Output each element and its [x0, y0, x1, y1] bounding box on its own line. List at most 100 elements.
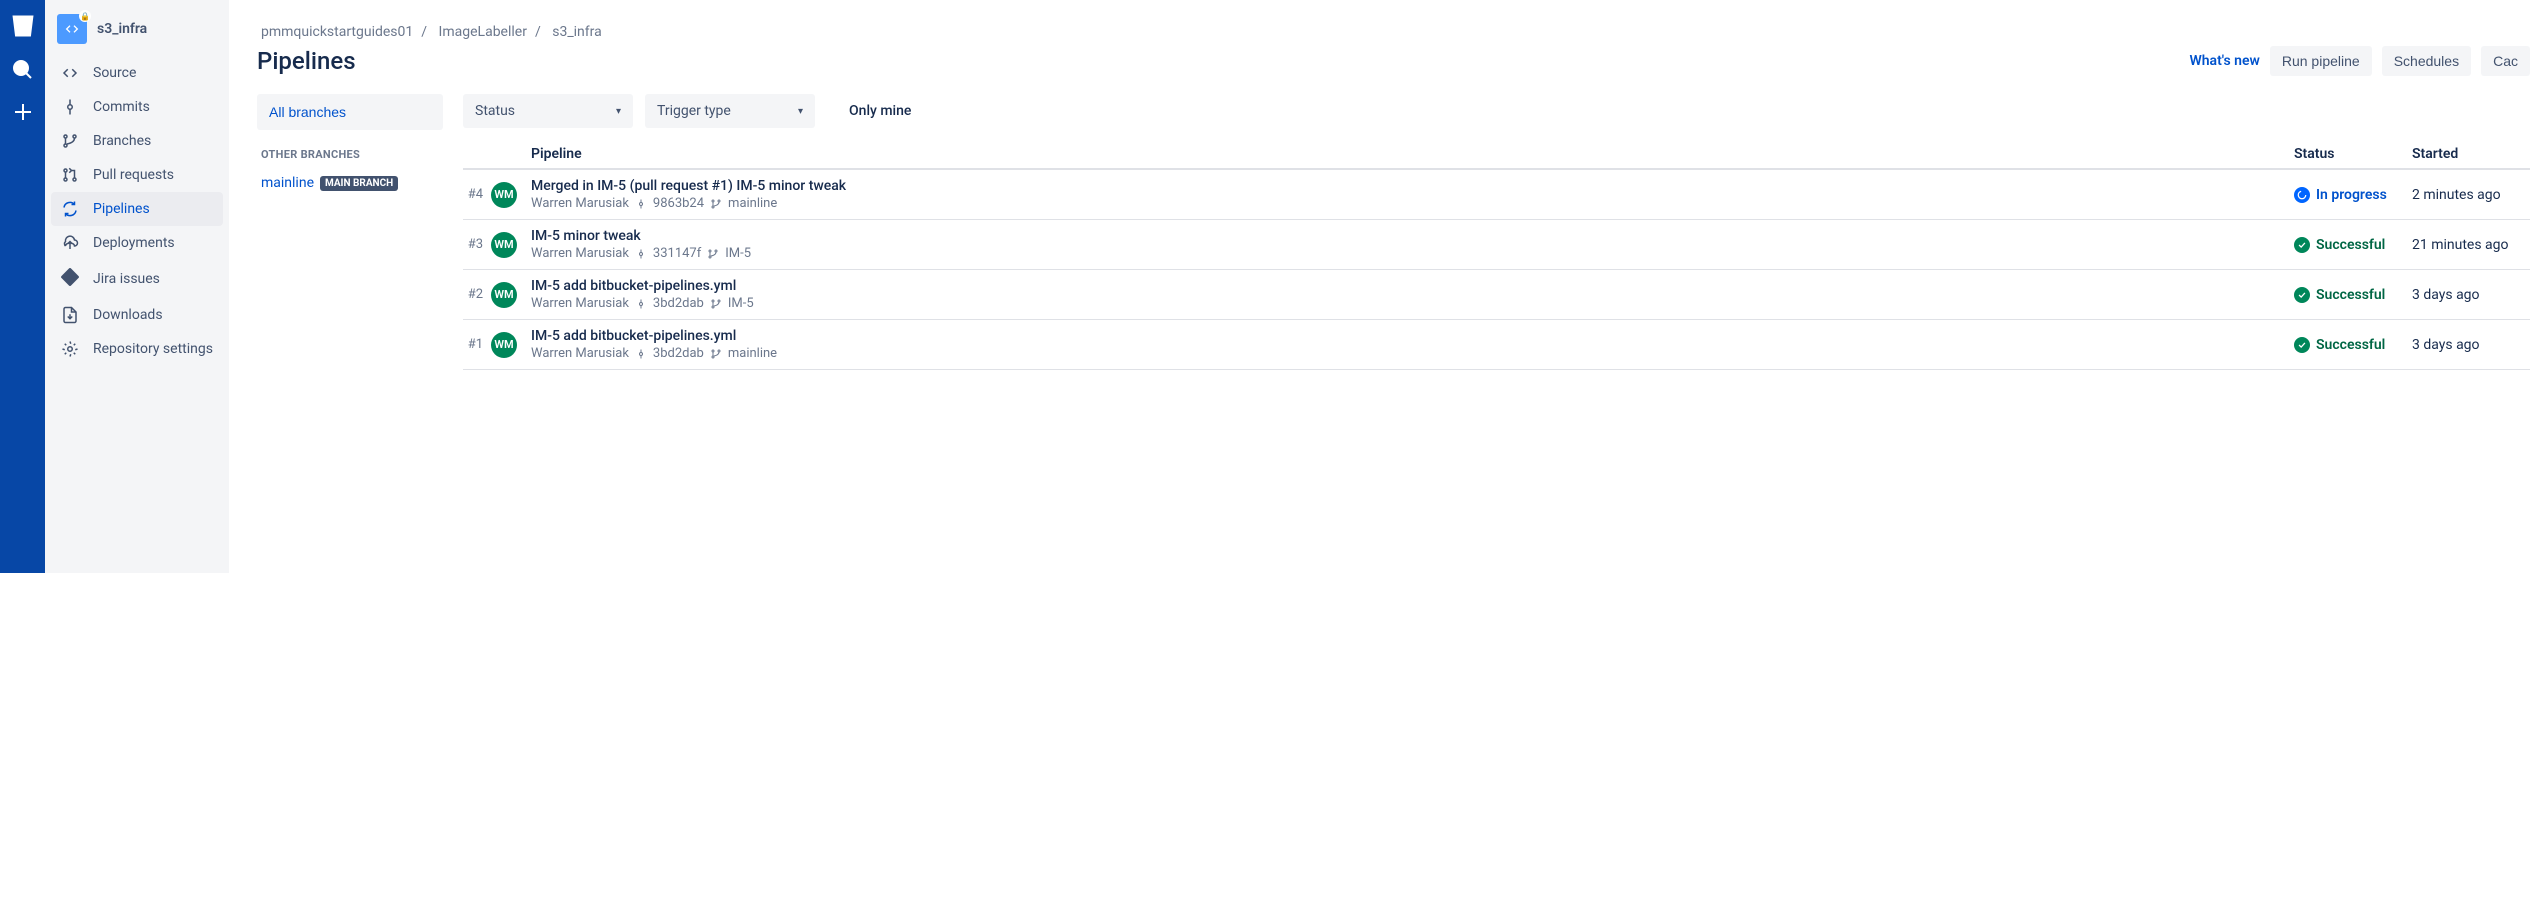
commit-icon	[635, 198, 647, 210]
sidebar-item-label: Commits	[93, 99, 150, 115]
status-text: Successful	[2316, 237, 2385, 253]
avatar: WM	[491, 232, 517, 258]
breadcrumb-item[interactable]: s3_infra	[548, 24, 606, 40]
column-header-started: Started	[2412, 146, 2530, 162]
started-time: 3 days ago	[2412, 287, 2530, 303]
pipeline-title: IM-5 add bitbucket-pipelines.yml	[531, 328, 2294, 344]
sidebar-item-pull-requests[interactable]: Pull requests	[51, 158, 223, 192]
create-icon[interactable]	[11, 100, 35, 124]
sidebar-item-label: Downloads	[93, 307, 163, 323]
status-badge: Successful	[2294, 337, 2412, 353]
column-header-pipeline: Pipeline	[531, 146, 2294, 162]
avatar: WM	[491, 182, 517, 208]
sidebar-item-deployments[interactable]: Deployments	[51, 226, 223, 260]
repo-avatar: 🔒	[57, 14, 87, 44]
whats-new-link[interactable]: What's new	[2189, 53, 2259, 69]
avatar: WM	[491, 332, 517, 358]
pipeline-title: Merged in IM-5 (pull request #1) IM-5 mi…	[531, 178, 2294, 194]
branch-icon	[710, 298, 722, 310]
search-icon[interactable]	[11, 58, 35, 82]
sidebar-item-label: Pipelines	[93, 201, 150, 217]
table-row[interactable]: #3WMIM-5 minor tweakWarren Marusiak33114…	[463, 220, 2530, 270]
other-branches-label: OTHER BRANCHES	[257, 130, 443, 171]
breadcrumb-item[interactable]: ImageLabeller	[435, 24, 531, 40]
status-badge: Successful	[2294, 287, 2412, 303]
pipeline-subtitle: Warren Marusiak 9863b24 mainline	[531, 196, 2294, 211]
status-text: Successful	[2316, 287, 2385, 303]
sidebar-item-label: Deployments	[93, 235, 175, 251]
status-badge: Successful	[2294, 237, 2412, 253]
chevron-down-icon: ▾	[616, 106, 621, 117]
branch-label[interactable]: IM-5	[725, 246, 751, 261]
pipeline-number: #3	[463, 237, 491, 252]
lock-icon: 🔒	[79, 10, 91, 22]
global-nav-rail	[0, 0, 45, 573]
status-text: In progress	[2316, 187, 2387, 203]
branch-icon	[710, 198, 722, 210]
pipeline-title: IM-5 add bitbucket-pipelines.yml	[531, 278, 2294, 294]
pipeline-subtitle: Warren Marusiak 3bd2dab IM-5	[531, 296, 2294, 311]
repo-header[interactable]: 🔒 s3_infra	[51, 14, 223, 56]
schedules-button[interactable]: Schedules	[2382, 46, 2471, 76]
breadcrumb-item[interactable]: pmmquickstartguides01	[257, 24, 417, 40]
sidebar-item-downloads[interactable]: Downloads	[51, 298, 223, 332]
jira-icon	[61, 268, 79, 290]
branch-name: mainline	[261, 175, 314, 191]
commit-icon	[635, 348, 647, 360]
branch-label[interactable]: mainline	[728, 346, 777, 361]
table-row[interactable]: #2WM IM-5 add bitbucket-pipelines.yml Warr…	[463, 270, 2530, 320]
column-header-status: Status	[2294, 146, 2412, 162]
pipeline-author: Warren Marusiak	[531, 346, 629, 361]
pipeline-title: IM-5 minor tweak	[531, 228, 2294, 244]
branch-icon	[710, 348, 722, 360]
sidebar-item-label: Source	[93, 65, 136, 81]
only-mine-toggle[interactable]: Only mine	[849, 103, 911, 119]
started-time: 3 days ago	[2412, 337, 2530, 353]
pipelines-table: Pipeline Status Started #4WMMerged in IM…	[463, 146, 2530, 370]
sidebar-item-commits[interactable]: Commits	[51, 90, 223, 124]
sidebar-item-pipelines[interactable]: Pipelines	[51, 192, 223, 226]
started-time: 21 minutes ago	[2412, 237, 2530, 253]
bitbucket-logo[interactable]	[9, 12, 37, 40]
commit-icon	[635, 298, 647, 310]
sidebar-item-repo-settings[interactable]: Repository settings	[51, 332, 223, 366]
branch-label[interactable]: IM-5	[728, 296, 754, 311]
branch-label[interactable]: mainline	[728, 196, 777, 211]
commit-icon	[635, 248, 647, 260]
all-branches-tab[interactable]: All branches	[257, 94, 443, 130]
pipeline-number: #2	[463, 287, 491, 302]
sidebar-item-label: Repository settings	[93, 341, 213, 357]
sidebar-item-jira-issues[interactable]: Jira issues	[51, 260, 223, 298]
sidebar-item-label: Branches	[93, 133, 151, 149]
success-icon	[2294, 337, 2310, 353]
success-icon	[2294, 287, 2310, 303]
sidebar-item-branches[interactable]: Branches	[51, 124, 223, 158]
pipeline-subtitle: Warren Marusiak 3bd2dab mainline	[531, 346, 2294, 361]
repo-name: s3_infra	[97, 21, 147, 37]
main-content: pmmquickstartguides01/ ImageLabeller/ s3…	[229, 0, 2530, 573]
success-icon	[2294, 237, 2310, 253]
status-text: Successful	[2316, 337, 2385, 353]
pipeline-number: #4	[463, 187, 491, 202]
commit-hash[interactable]: 3bd2dab	[653, 296, 704, 311]
main-branch-badge: MAIN BRANCH	[320, 176, 398, 191]
commit-hash[interactable]: 9863b24	[653, 196, 704, 211]
status-filter[interactable]: Status ▾	[463, 94, 633, 128]
avatar: WM	[491, 282, 517, 308]
status-badge: In progress	[2294, 187, 2412, 203]
sidebar-item-source[interactable]: Source	[51, 56, 223, 90]
caches-button[interactable]: Cac	[2481, 46, 2530, 76]
pipeline-subtitle: Warren Marusiak331147fIM-5	[531, 246, 2294, 261]
page-title: Pipelines	[257, 47, 356, 75]
pipeline-author: Warren Marusiak	[531, 296, 629, 311]
run-pipeline-button[interactable]: Run pipeline	[2270, 46, 2372, 76]
trigger-type-filter[interactable]: Trigger type ▾	[645, 94, 815, 128]
pipeline-author: Warren Marusiak	[531, 196, 629, 211]
table-row[interactable]: #4WM Merged in IM-5 (pull request #1) IM-…	[463, 170, 2530, 220]
commit-hash[interactable]: 3bd2dab	[653, 346, 704, 361]
table-row[interactable]: #1WMIM-5 add bitbucket-pipelines.ymlWarr…	[463, 320, 2530, 370]
commit-hash[interactable]: 331147f	[653, 246, 701, 261]
sidebar-item-label: Jira issues	[93, 271, 160, 287]
branches-panel: All branches OTHER BRANCHES mainline MAI…	[257, 94, 443, 370]
branch-item-mainline[interactable]: mainline MAIN BRANCH	[257, 171, 443, 195]
